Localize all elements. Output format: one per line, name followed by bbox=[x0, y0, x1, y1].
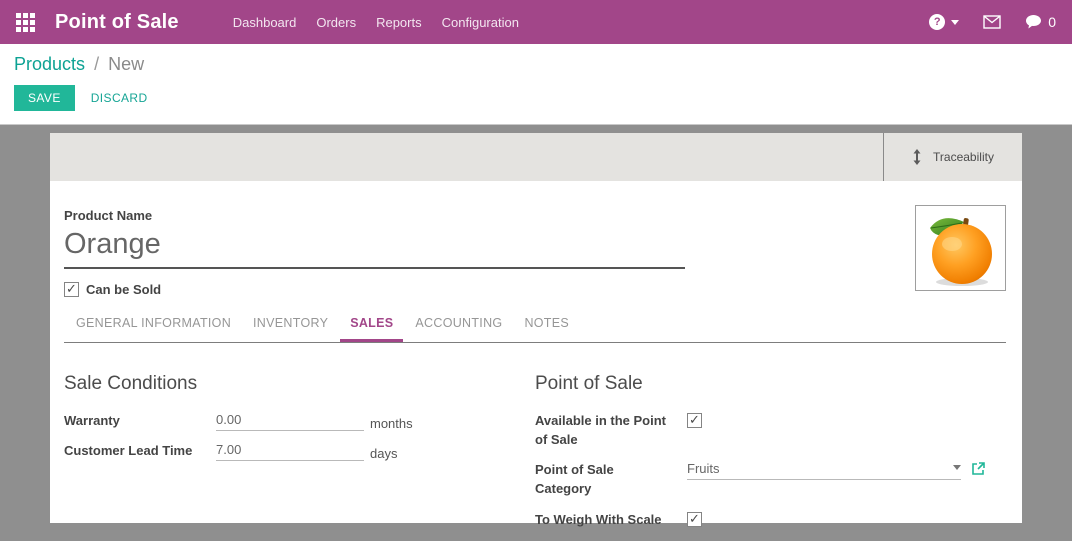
warranty-row: Warranty 0.00 months bbox=[64, 412, 535, 431]
breadcrumb-current: New bbox=[108, 54, 144, 74]
traceability-label: Traceability bbox=[933, 150, 994, 164]
warranty-label: Warranty bbox=[64, 412, 216, 431]
tab-sales[interactable]: SALES bbox=[340, 316, 403, 342]
tab-inventory[interactable]: INVENTORY bbox=[243, 316, 338, 342]
weigh-with-scale-checkbox[interactable] bbox=[687, 512, 702, 527]
menu-item-dashboard[interactable]: Dashboard bbox=[223, 1, 307, 44]
arrows-vertical-icon bbox=[912, 148, 922, 166]
customer-lead-time-row: Customer Lead Time 7.00 days bbox=[64, 442, 535, 461]
product-name-input[interactable] bbox=[64, 228, 685, 269]
orange-image bbox=[916, 206, 1005, 290]
save-button[interactable]: SAVE bbox=[14, 85, 75, 111]
weigh-with-scale-row: To Weigh With Scale bbox=[535, 511, 1006, 530]
app-title[interactable]: Point of Sale bbox=[55, 11, 179, 34]
message-count: 0 bbox=[1048, 14, 1056, 30]
available-in-pos-row: Available in the Point of Sale bbox=[535, 412, 1006, 450]
product-form-card: Traceability bbox=[50, 133, 1022, 523]
tab-general-information[interactable]: GENERAL INFORMATION bbox=[66, 316, 241, 342]
available-in-pos-label: Available in the Point of Sale bbox=[535, 412, 687, 450]
discuss-counter[interactable]: 0 bbox=[1025, 14, 1056, 30]
messages-icon[interactable] bbox=[983, 15, 1001, 29]
help-menu[interactable]: ? bbox=[929, 14, 959, 30]
traceability-button[interactable]: Traceability bbox=[883, 133, 1022, 181]
pos-category-value: Fruits bbox=[687, 461, 720, 476]
breadcrumb: Products / New bbox=[14, 54, 1058, 75]
pos-category-select[interactable]: Fruits bbox=[687, 461, 961, 480]
product-image[interactable] bbox=[915, 205, 1006, 291]
pos-category-label: Point of Sale Category bbox=[535, 461, 687, 499]
dropdown-caret-icon bbox=[953, 465, 961, 470]
sales-tab-content: Sale Conditions Warranty 0.00 months Cus… bbox=[64, 373, 1006, 541]
app-window: Point of Sale Dashboard Orders Reports C… bbox=[0, 0, 1072, 534]
tab-notes[interactable]: NOTES bbox=[514, 316, 579, 342]
breadcrumb-separator: / bbox=[94, 54, 99, 74]
available-in-pos-checkbox[interactable] bbox=[687, 413, 702, 428]
action-buttons: SAVE DISCARD bbox=[14, 85, 1058, 111]
weigh-with-scale-label: To Weigh With Scale bbox=[535, 511, 687, 530]
point-of-sale-title: Point of Sale bbox=[535, 373, 1006, 395]
notebook-tabs: GENERAL INFORMATION INVENTORY SALES ACCO… bbox=[64, 316, 1006, 343]
menu-item-configuration[interactable]: Configuration bbox=[432, 1, 529, 44]
main-menu: Dashboard Orders Reports Configuration bbox=[223, 1, 529, 44]
warranty-unit: months bbox=[370, 416, 413, 431]
point-of-sale-group: Point of Sale Available in the Point of … bbox=[535, 373, 1006, 541]
chat-bubble-icon bbox=[1025, 14, 1042, 30]
warranty-input[interactable]: 0.00 bbox=[216, 412, 364, 431]
tab-accounting[interactable]: ACCOUNTING bbox=[405, 316, 512, 342]
apps-grid-icon[interactable] bbox=[16, 13, 35, 32]
help-icon: ? bbox=[929, 14, 945, 30]
form-canvas: Traceability bbox=[0, 126, 1072, 534]
control-panel: Products / New SAVE DISCARD bbox=[0, 44, 1072, 125]
sale-conditions-title: Sale Conditions bbox=[64, 373, 535, 395]
topbar-right: ? 0 bbox=[929, 14, 1056, 30]
customer-lead-time-unit: days bbox=[370, 446, 397, 461]
form-sheet: Product Name Can be Sold GENERAL INFORMA… bbox=[50, 181, 1022, 541]
breadcrumb-products-link[interactable]: Products bbox=[14, 54, 85, 74]
top-navbar: Point of Sale Dashboard Orders Reports C… bbox=[0, 0, 1072, 44]
chevron-down-icon bbox=[951, 20, 959, 25]
menu-item-orders[interactable]: Orders bbox=[306, 1, 366, 44]
can-be-sold-row: Can be Sold bbox=[64, 282, 1006, 297]
product-name-label: Product Name bbox=[64, 208, 1006, 223]
pos-category-row: Point of Sale Category Fruits bbox=[535, 461, 1006, 499]
can-be-sold-label: Can be Sold bbox=[86, 282, 161, 297]
discard-button[interactable]: DISCARD bbox=[91, 91, 148, 105]
menu-item-reports[interactable]: Reports bbox=[366, 1, 432, 44]
customer-lead-time-input[interactable]: 7.00 bbox=[216, 442, 364, 461]
sale-conditions-group: Sale Conditions Warranty 0.00 months Cus… bbox=[64, 373, 535, 541]
can-be-sold-checkbox[interactable] bbox=[64, 282, 79, 297]
customer-lead-time-label: Customer Lead Time bbox=[64, 442, 216, 461]
open-record-external-icon[interactable] bbox=[971, 461, 986, 476]
form-statusbar: Traceability bbox=[50, 133, 1022, 181]
